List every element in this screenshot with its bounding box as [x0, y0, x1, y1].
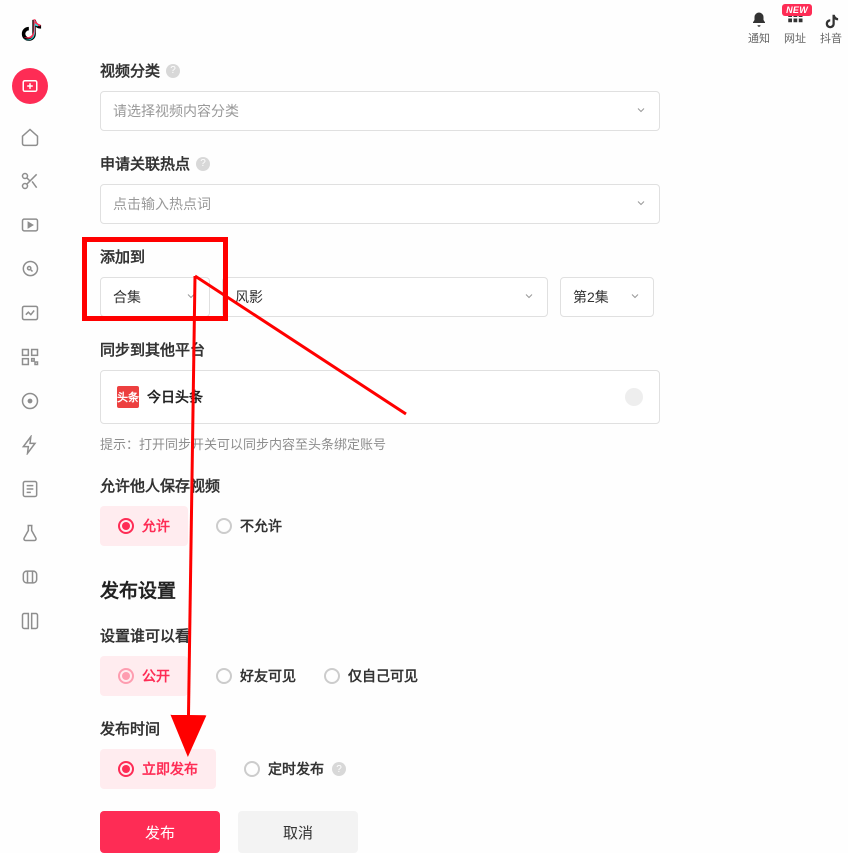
radio-icon — [324, 668, 340, 684]
visibility-public[interactable]: 公开 — [100, 656, 188, 696]
home-icon[interactable] — [19, 126, 41, 148]
collection-value: 合集 — [113, 287, 141, 307]
grid-icon[interactable] — [19, 566, 41, 588]
series-select[interactable]: 风影 — [222, 277, 548, 317]
urls-button[interactable]: NEW 网址 — [784, 10, 806, 46]
hot-topic-field: 申请关联热点 ? 点击输入热点词 — [100, 153, 660, 224]
toutiao-icon: 头条 — [117, 386, 139, 408]
publish-settings-title: 发布设置 — [100, 576, 660, 603]
allow-save-label: 允许他人保存视频 — [100, 475, 220, 496]
toutiao-name: 今日头条 — [147, 387, 203, 407]
radio-icon — [216, 518, 232, 534]
bell-icon — [750, 10, 768, 30]
chevron-down-icon — [635, 196, 647, 212]
collection-select[interactable]: 合集 — [100, 277, 210, 317]
sync-hint-prefix: 提示： — [100, 437, 139, 452]
video-play-icon[interactable] — [19, 214, 41, 236]
chevron-down-icon — [635, 103, 647, 119]
radio-icon — [244, 761, 260, 777]
public-text: 公开 — [142, 666, 170, 686]
add-to-field: 添加到 合集 风影 第2集 — [100, 246, 660, 317]
hot-topic-label: 申请关联热点 — [100, 153, 190, 174]
douyin-small-icon — [822, 10, 840, 30]
douyin-logo-icon[interactable] — [12, 10, 48, 46]
create-button[interactable] — [12, 68, 48, 104]
brand-label: 抖音 — [820, 30, 842, 46]
radio-icon — [216, 668, 232, 684]
sync-hint-body: 打开同步开关可以同步内容至头条绑定账号 — [139, 437, 386, 452]
video-category-field: 视频分类 ? 请选择视频内容分类 — [100, 60, 660, 131]
allow-save-field: 允许他人保存视频 允许 不允许 — [100, 475, 660, 546]
episode-value: 第2集 — [573, 287, 609, 307]
sync-toutiao-row: 头条 今日头条 — [100, 370, 660, 424]
help-icon[interactable]: ? — [166, 64, 180, 78]
analytics-icon[interactable] — [19, 302, 41, 324]
qrcode-icon[interactable] — [19, 346, 41, 368]
note-icon[interactable] — [19, 478, 41, 500]
publish-now-text: 立即发布 — [142, 759, 198, 779]
publish-time-field: 发布时间 立即发布 定时发布 ? — [100, 718, 660, 789]
allow-save-deny[interactable]: 不允许 — [216, 516, 282, 536]
brand-button[interactable]: 抖音 — [820, 10, 842, 46]
cancel-button-label: 取消 — [283, 822, 313, 843]
visibility-friends[interactable]: 好友可见 — [216, 666, 296, 686]
private-text: 仅自己可见 — [348, 666, 418, 686]
video-category-label: 视频分类 — [100, 60, 160, 81]
chat-search-icon[interactable] — [19, 258, 41, 280]
friends-text: 好友可见 — [240, 666, 296, 686]
chevron-down-icon — [185, 289, 197, 305]
visibility-private[interactable]: 仅自己可见 — [324, 666, 418, 686]
radio-icon — [118, 668, 134, 684]
help-icon[interactable]: ? — [332, 762, 346, 776]
sync-hint: 提示：打开同步开关可以同步内容至头条绑定账号 — [100, 434, 660, 453]
visibility-label: 设置谁可以看 — [100, 625, 190, 646]
radio-icon — [118, 518, 134, 534]
sync-label: 同步到其他平台 — [100, 339, 205, 360]
deny-text: 不允许 — [240, 516, 282, 536]
sync-field: 同步到其他平台 头条 今日头条 提示：打开同步开关可以同步内容至头条绑定账号 — [100, 339, 660, 453]
target-icon[interactable] — [19, 390, 41, 412]
hot-topic-select[interactable]: 点击输入热点词 — [100, 184, 660, 224]
notifications-button[interactable]: 通知 — [748, 10, 770, 46]
sync-toggle[interactable] — [625, 388, 643, 406]
allow-save-allow[interactable]: 允许 — [100, 506, 188, 546]
hot-topic-placeholder: 点击输入热点词 — [113, 194, 211, 214]
radio-icon — [118, 761, 134, 777]
chevron-down-icon — [629, 289, 641, 305]
publish-button[interactable]: 发布 — [100, 811, 220, 853]
left-sidebar — [0, 0, 60, 788]
cancel-button[interactable]: 取消 — [238, 811, 358, 853]
new-badge: NEW — [782, 4, 812, 16]
action-buttons: 发布 取消 — [100, 811, 660, 853]
urls-label: 网址 — [784, 30, 806, 46]
video-category-select[interactable]: 请选择视频内容分类 — [100, 91, 660, 131]
help-icon[interactable]: ? — [196, 157, 210, 171]
chevron-down-icon — [523, 289, 535, 305]
bolt-icon[interactable] — [19, 434, 41, 456]
book-icon[interactable] — [19, 610, 41, 632]
episode-select[interactable]: 第2集 — [560, 277, 654, 317]
visibility-field: 设置谁可以看 公开 好友可见 仅自己可见 — [100, 625, 660, 696]
publish-scheduled-option[interactable]: 定时发布 ? — [244, 759, 346, 779]
publish-time-label: 发布时间 — [100, 718, 160, 739]
notifications-label: 通知 — [748, 30, 770, 46]
allow-text: 允许 — [142, 516, 170, 536]
scissors-icon[interactable] — [19, 170, 41, 192]
series-value: 风影 — [235, 287, 263, 307]
video-category-placeholder: 请选择视频内容分类 — [113, 101, 239, 121]
main-form: 视频分类 ? 请选择视频内容分类 申请关联热点 ? 点击输入热点词 添加到 — [100, 60, 660, 853]
publish-button-label: 发布 — [145, 822, 175, 843]
top-nav-right: 通知 NEW 网址 抖音 — [748, 6, 848, 46]
publish-scheduled-text: 定时发布 — [268, 759, 324, 779]
flask-icon[interactable] — [19, 522, 41, 544]
publish-now-option[interactable]: 立即发布 — [100, 749, 216, 789]
add-to-label: 添加到 — [100, 246, 145, 267]
